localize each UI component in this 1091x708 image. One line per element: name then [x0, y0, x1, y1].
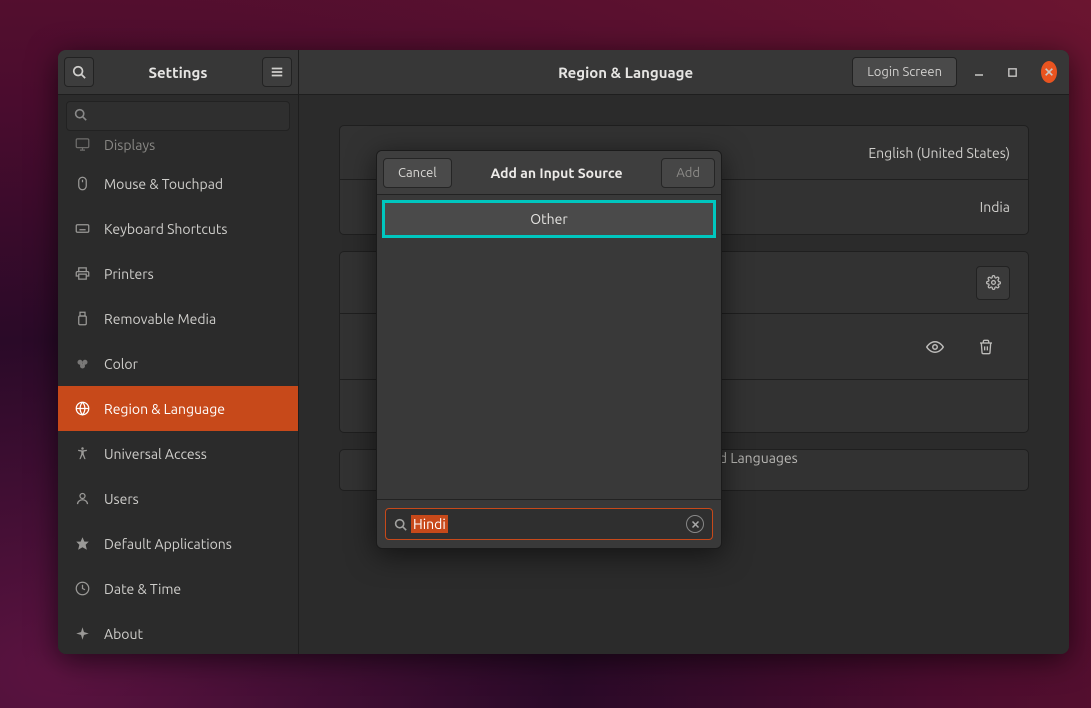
sidebar-item-printers[interactable]: Printers	[58, 251, 298, 296]
sidebar-item-default-applications[interactable]: Default Applications	[58, 521, 298, 566]
color-icon	[74, 356, 90, 371]
globe-icon	[74, 401, 90, 416]
clock-icon	[74, 581, 90, 596]
sidebar-item-region-language[interactable]: Region & Language	[58, 386, 298, 431]
sidebar-item-label: Removable Media	[104, 311, 216, 327]
add-input-source-dialog: Cancel Add an Input Source Add Other Hin…	[376, 150, 722, 549]
sidebar-item-about[interactable]: About	[58, 611, 298, 654]
sidebar-item-label: Color	[104, 356, 138, 372]
close-button[interactable]	[1041, 61, 1057, 83]
sidebar-item-displays[interactable]: Displays	[58, 137, 298, 161]
search-icon	[394, 518, 407, 531]
search-button[interactable]	[64, 57, 94, 87]
search-input-value: Hindi	[411, 515, 448, 533]
search-icon	[72, 65, 86, 79]
sidebar-item-color[interactable]: Color	[58, 341, 298, 386]
keyboard-icon	[74, 221, 90, 236]
source-list: Other	[377, 195, 721, 499]
sidebar-item-label: Displays	[104, 137, 155, 153]
sidebar-item-mouse-touchpad[interactable]: Mouse & Touchpad	[58, 161, 298, 206]
options-button[interactable]	[976, 266, 1010, 300]
remove-button[interactable]	[978, 339, 1010, 355]
language-value: English (United States)	[868, 145, 1010, 161]
source-list-item-other[interactable]: Other	[382, 200, 716, 238]
eye-icon	[926, 338, 958, 356]
window-controls	[973, 61, 1057, 83]
sidebar-item-label: Mouse & Touchpad	[104, 176, 223, 192]
cancel-button[interactable]: Cancel	[383, 158, 452, 188]
star-icon	[74, 536, 90, 551]
sidebar-item-users[interactable]: Users	[58, 476, 298, 521]
dialog-header: Cancel Add an Input Source Add	[377, 151, 721, 195]
printer-icon	[74, 266, 90, 281]
sidebar-item-label: Users	[104, 491, 139, 507]
mouse-icon	[74, 176, 90, 191]
login-screen-button[interactable]: Login Screen	[852, 57, 957, 87]
sidebar: Settings Displays Mouse & Touchpad Keyboar…	[58, 50, 299, 654]
sidebar-header: Settings	[58, 50, 298, 95]
sidebar-item-date-time[interactable]: Date & Time	[58, 566, 298, 611]
sidebar-item-label: Universal Access	[104, 446, 207, 462]
hamburger-icon	[270, 65, 284, 79]
dialog-title: Add an Input Source	[452, 165, 662, 181]
plus-icon	[74, 626, 90, 641]
minimize-button[interactable]	[973, 66, 989, 78]
accessibility-icon	[74, 446, 90, 461]
trash-icon	[978, 339, 1010, 355]
sidebar-item-universal-access[interactable]: Universal Access	[58, 431, 298, 476]
sidebar-item-label: Keyboard Shortcuts	[104, 221, 227, 237]
dialog-search-area: Hindi	[377, 499, 721, 548]
sidebar-list: Displays Mouse & Touchpad Keyboard Shortcu…	[58, 137, 298, 654]
user-icon	[74, 491, 90, 506]
dialog-search-field[interactable]: Hindi	[385, 508, 713, 540]
display-icon	[74, 137, 90, 152]
content-header: Region & Language Login Screen	[299, 50, 1069, 95]
maximize-button[interactable]	[1007, 67, 1023, 78]
usb-icon	[74, 311, 90, 326]
sidebar-search-area	[58, 95, 298, 137]
search-icon	[74, 108, 87, 121]
formats-value: India	[980, 199, 1010, 215]
close-icon	[691, 520, 700, 529]
sidebar-item-label: Date & Time	[104, 581, 181, 597]
add-button[interactable]: Add	[661, 158, 715, 188]
sidebar-item-label: Printers	[104, 266, 154, 282]
sidebar-item-label: Region & Language	[104, 401, 225, 417]
clear-search-button[interactable]	[686, 515, 704, 533]
preview-button[interactable]	[926, 338, 958, 356]
sidebar-item-label: About	[104, 626, 143, 642]
page-title: Region & Language	[399, 64, 852, 81]
settings-window: Settings Displays Mouse & Touchpad Keyboar…	[58, 50, 1069, 654]
sidebar-item-removable-media[interactable]: Removable Media	[58, 296, 298, 341]
sidebar-search-input[interactable]	[66, 101, 290, 131]
sidebar-item-label: Default Applications	[104, 536, 232, 552]
sidebar-title: Settings	[94, 64, 262, 81]
hamburger-button[interactable]	[262, 57, 292, 87]
sidebar-item-keyboard-shortcuts[interactable]: Keyboard Shortcuts	[58, 206, 298, 251]
gear-icon	[986, 275, 1001, 290]
